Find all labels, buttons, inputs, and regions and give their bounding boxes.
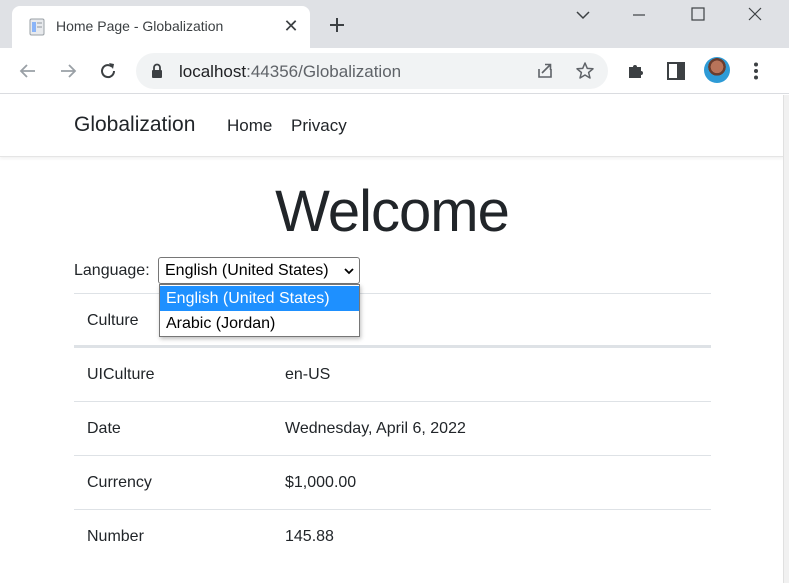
close-tab-icon[interactable]: ✕	[282, 17, 300, 35]
row-key: UICulture	[87, 366, 155, 383]
row-value: Wednesday, April 6, 2022	[285, 420, 466, 437]
row-value: $1,000.00	[285, 474, 357, 491]
site-brand-link[interactable]: Globalization	[74, 113, 195, 137]
row-key: Number	[87, 528, 144, 545]
row-value: 145.88	[285, 528, 334, 545]
tab-search-chevron-down-icon[interactable]	[568, 4, 598, 26]
language-select-value: English (United States)	[165, 262, 329, 279]
language-select[interactable]: English (United States)	[158, 257, 360, 284]
tab-title: Home Page - Globalization	[56, 18, 224, 34]
table-row: UICulture en-US	[74, 347, 711, 401]
share-icon[interactable]	[534, 60, 556, 82]
browser-titlebar: Home Page - Globalization ✕	[0, 0, 789, 48]
close-window-icon[interactable]	[740, 4, 770, 26]
web-page: Globalization Home Privacy Welcome Langu…	[0, 95, 784, 583]
browser-toolbar: localhost:44356/Globalization	[0, 48, 789, 94]
browser-tab[interactable]: Home Page - Globalization ✕	[12, 6, 310, 48]
url-path: :44356/Globalization	[246, 62, 402, 81]
page-heading: Welcome	[275, 179, 510, 244]
row-value: en-US	[285, 366, 331, 383]
row-key: Date	[87, 420, 121, 437]
culture-header: Culture	[87, 312, 139, 329]
language-option-english[interactable]: English (United States)	[160, 286, 359, 311]
language-dropdown-list: English (United States) Arabic (Jordan)	[159, 284, 360, 337]
chevron-down-icon	[344, 268, 354, 275]
extensions-puzzle-icon[interactable]	[625, 60, 647, 82]
profile-avatar[interactable]	[704, 57, 730, 83]
lock-icon[interactable]	[150, 63, 164, 79]
language-label: Language:	[74, 262, 150, 279]
back-arrow-icon[interactable]	[17, 60, 39, 82]
nav-link-privacy[interactable]: Privacy	[291, 116, 347, 136]
new-tab-icon[interactable]	[326, 14, 348, 36]
minimize-icon[interactable]	[624, 4, 654, 26]
nav-link-home[interactable]: Home	[227, 116, 272, 136]
bookmark-star-icon[interactable]	[574, 60, 596, 82]
table-row: Currency $1,000.00	[74, 455, 711, 509]
table-row: Number 145.88	[74, 509, 711, 563]
address-bar[interactable]: localhost:44356/Globalization	[136, 53, 608, 89]
language-option-arabic[interactable]: Arabic (Jordan)	[160, 311, 359, 336]
menu-more-icon[interactable]	[745, 60, 767, 82]
forward-arrow-icon[interactable]	[57, 60, 79, 82]
window-edge	[783, 95, 789, 583]
row-key: Currency	[87, 474, 152, 491]
reload-icon[interactable]	[97, 60, 119, 82]
url-text[interactable]: localhost:44356/Globalization	[179, 62, 401, 82]
site-navbar: Globalization Home Privacy	[0, 95, 784, 157]
table-row: Date Wednesday, April 6, 2022	[74, 401, 711, 455]
url-host: localhost	[179, 62, 247, 81]
page-favicon-icon	[29, 18, 45, 36]
maximize-icon[interactable]	[683, 4, 713, 26]
side-panel-icon[interactable]	[665, 60, 687, 82]
